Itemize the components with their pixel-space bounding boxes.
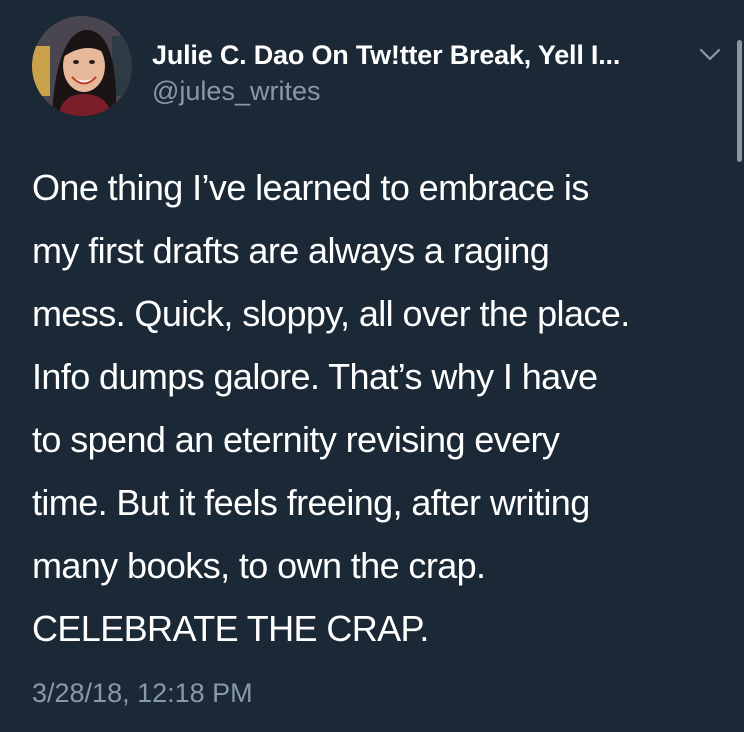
tweet-text-line: Info dumps galore. That’s why I have [32,356,598,397]
avatar[interactable] [32,16,132,116]
tweet-text-line: many books, to own the crap. [32,545,486,586]
author-display-name[interactable]: Julie C. Dao On Tw!tter Break, Yell I... [152,40,620,71]
tweet-text-line: One thing I’ve learned to embrace is [32,167,589,208]
tweet-text: One thing I’ve learned to embrace is my … [32,156,732,660]
tweet-text-line: mess. Quick, sloppy, all over the place. [32,293,630,334]
tweet-text-line: my first drafts are always a raging [32,230,550,271]
tweet-header: Julie C. Dao On Tw!tter Break, Yell I...… [32,16,722,116]
author-handle[interactable]: @jules_writes [152,76,320,107]
tweet-timestamp[interactable]: 3/28/18, 12:18 PM [32,678,253,709]
tweet-text-line: CELEBRATE THE CRAP. [32,608,429,649]
tweet-text-line: time. But it feels freeing, after writin… [32,482,590,523]
scrollbar[interactable] [737,40,742,162]
chevron-down-icon[interactable] [696,40,724,68]
tweet-text-line: to spend an eternity revising every [32,419,560,460]
profile-photo-icon [32,16,132,116]
